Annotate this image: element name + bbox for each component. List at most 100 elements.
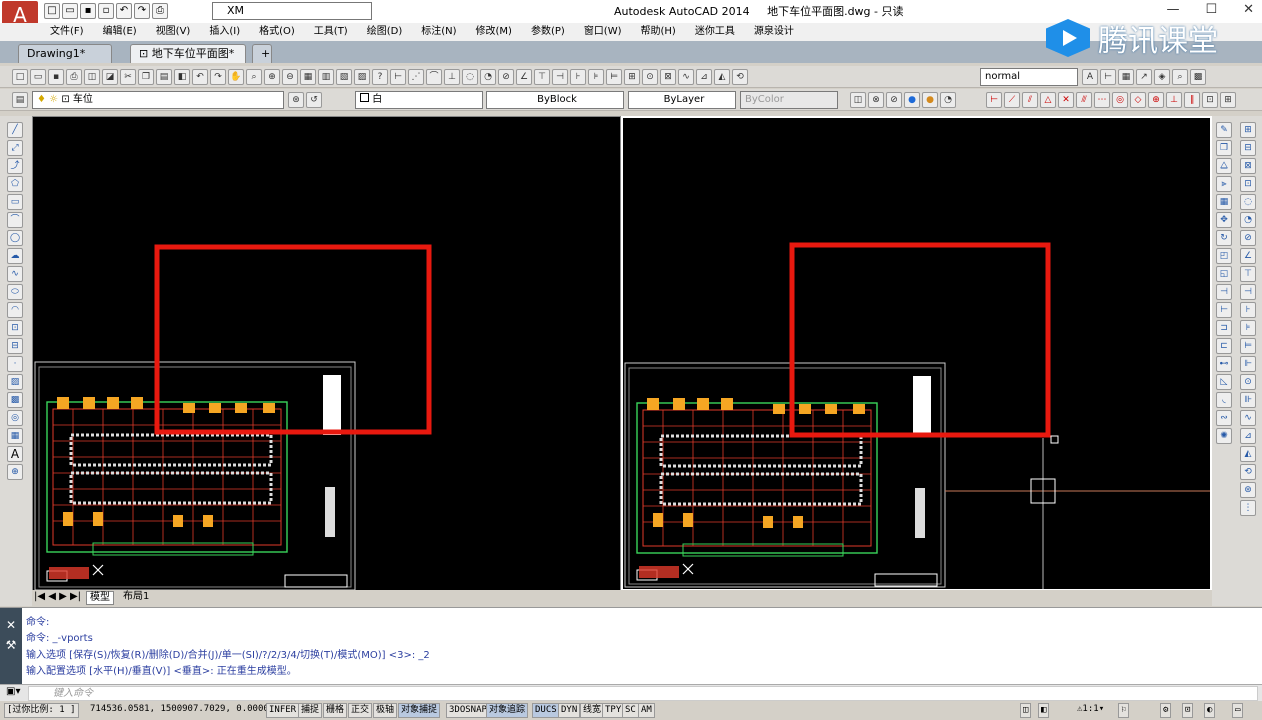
jog-linear-icon[interactable]: ∿ [678,69,694,85]
dim-continue-v-icon[interactable]: ⊦ [1240,302,1256,318]
toggle-infer[interactable]: INFER [266,703,300,718]
move-icon[interactable]: ✥ [1216,212,1232,228]
annotation-scale[interactable]: ⚠1:1▾ [1075,703,1106,718]
toggle-3dosnap[interactable]: 3DOSNAP [446,703,490,718]
menu-dimension[interactable]: 标注(N) [421,23,456,41]
plot-icon[interactable]: ⎙ [66,69,82,85]
close-icon[interactable]: ✕ [1243,2,1254,17]
blend-icon[interactable]: ∾ [1216,410,1232,426]
dim-center-v-icon[interactable]: ⊙ [1240,374,1256,390]
dim-aligned-v-icon[interactable]: ⊟ [1240,140,1256,156]
text-style-icon[interactable]: A [1082,69,1098,85]
snap-center-icon[interactable]: ◎ [1112,92,1128,108]
dim-quick-v-icon[interactable]: ⊤ [1240,266,1256,282]
lineweight-combo[interactable]: ByLayer [628,91,736,109]
help-icon[interactable]: ? [372,69,388,85]
minimize-icon[interactable]: — [1166,2,1179,17]
plotstyle-combo[interactable]: ByColor [740,91,838,109]
insert-block-icon[interactable]: ⊡ [7,320,23,336]
snap-tangent-icon[interactable]: ⊕ [1148,92,1164,108]
menu-mini-tools[interactable]: 迷你工具 [695,23,735,41]
ordinate-dim-icon[interactable]: ⊥ [444,69,460,85]
redo-tool-icon[interactable]: ↷ [210,69,226,85]
menu-view[interactable]: 视图(V) [156,23,191,41]
dim-break-icon[interactable]: ⊨ [606,69,622,85]
workspace-selector[interactable]: XM [212,2,372,20]
undo-tool-icon[interactable]: ↶ [192,69,208,85]
preview-icon[interactable]: ◫ [84,69,100,85]
annotation-visibility-icon[interactable]: ⚐ [1118,703,1130,718]
layout-nav-icons[interactable]: |◀ ◀ ▶ ▶| [34,591,81,603]
snap-quadrant-icon[interactable]: ◇ [1130,92,1146,108]
zoom-previous-icon[interactable]: ⊖ [282,69,298,85]
toggle-polar[interactable]: 极轴 [373,703,398,718]
clean-screen-icon[interactable]: ▭ [1232,703,1244,718]
aligned-dim-icon[interactable]: ⋰ [408,69,424,85]
quick-view-icon[interactable]: ◧ [1038,703,1050,718]
new-tab-button[interactable]: + [252,44,272,63]
model-space-icon[interactable]: ◫ [1020,703,1032,718]
rectangle-icon[interactable]: ▭ [7,194,23,210]
diameter-dim-icon[interactable]: ⊘ [498,69,514,85]
erase-icon[interactable]: ✎ [1216,122,1232,138]
dim-style-icon[interactable]: ⊢ [1100,69,1116,85]
dim-diameter-v-icon[interactable]: ⊘ [1240,230,1256,246]
copy-object-icon[interactable]: ❐ [1216,140,1232,156]
dim-angular-v-icon[interactable]: ∠ [1240,248,1256,264]
spline-icon[interactable]: ∿ [7,266,23,282]
conceptual-icon[interactable]: ● [922,92,938,108]
isolate-icon[interactable]: ◐ [1204,703,1216,718]
lock-ui-icon[interactable]: ⊡ [1182,703,1194,718]
hidden-icon[interactable]: ⊘ [886,92,902,108]
match-icon[interactable]: ◧ [174,69,190,85]
viewport-icon[interactable]: ◫ [850,92,866,108]
dim-update-icon[interactable]: ⟲ [732,69,748,85]
dim-baseline-v-icon[interactable]: ⊣ [1240,284,1256,300]
multileader-style-icon[interactable]: ↗ [1136,69,1152,85]
arc-icon[interactable]: ⌒ [7,212,23,228]
scale-icon[interactable]: ◰ [1216,248,1232,264]
dim-radius-v-icon[interactable]: ◌ [1240,194,1256,210]
hatch-icon[interactable]: ▨ [7,374,23,390]
dim-edit-v-icon[interactable]: ⊿ [1240,428,1256,444]
linetype-combo[interactable]: ByBlock [486,91,624,109]
tab-drawing1[interactable]: Drawing1* [18,44,112,63]
region-icon[interactable]: ◎ [7,410,23,426]
quick-dim-icon[interactable]: ⊤ [534,69,550,85]
snap-apparent-icon[interactable]: ⫻ [1076,92,1092,108]
snap-from-icon[interactable]: ⟋ [1004,92,1020,108]
menu-tools[interactable]: 工具(T) [314,23,348,41]
break-at-point-icon[interactable]: ⊐ [1216,320,1232,336]
viewport-scale[interactable]: [过你比例: 1 ] [4,703,79,718]
ellipse-icon[interactable]: ⬭ [7,284,23,300]
construction-line-icon[interactable]: ⤢ [7,140,23,156]
dim-space-v-icon[interactable]: ⊧ [1240,320,1256,336]
menu-format[interactable]: 格式(O) [259,23,295,41]
open-icon[interactable]: ▭ [62,3,78,19]
gradient-icon[interactable]: ▩ [7,392,23,408]
toggle-ortho[interactable]: 正交 [348,703,373,718]
copy-icon[interactable]: ❐ [138,69,154,85]
rotate-icon[interactable]: ↻ [1216,230,1232,246]
polygon-icon[interactable]: ⬠ [7,176,23,192]
dim-update-v-icon[interactable]: ⟲ [1240,464,1256,480]
snap-temp-track-icon[interactable]: ⊢ [986,92,1002,108]
wireframe-icon[interactable]: ⊗ [868,92,884,108]
zoom-window-icon[interactable]: ⊕ [264,69,280,85]
dim-edit-icon[interactable]: ⊿ [696,69,712,85]
trim-icon[interactable]: ⊣ [1216,284,1232,300]
style-manager-icon[interactable]: ◈ [1154,69,1170,85]
save-as-icon[interactable]: ▫ [98,3,114,19]
menu-window[interactable]: 窗口(W) [584,23,622,41]
baseline-dim-icon[interactable]: ⊣ [552,69,568,85]
linear-dim-icon[interactable]: ⊢ [390,69,406,85]
menu-help[interactable]: 帮助(H) [641,23,676,41]
stretch-icon[interactable]: ◱ [1216,266,1232,282]
toggle-lineweight[interactable]: 线宽 [580,703,605,718]
text-style-combo[interactable]: normal [980,68,1078,86]
array-icon[interactable]: ▦ [1216,194,1232,210]
redo-icon[interactable]: ↷ [134,3,150,19]
radius-dim-icon[interactable]: ◌ [462,69,478,85]
dim-tolerance-v-icon[interactable]: ⊩ [1240,356,1256,372]
table-icon[interactable]: ▦ [7,428,23,444]
